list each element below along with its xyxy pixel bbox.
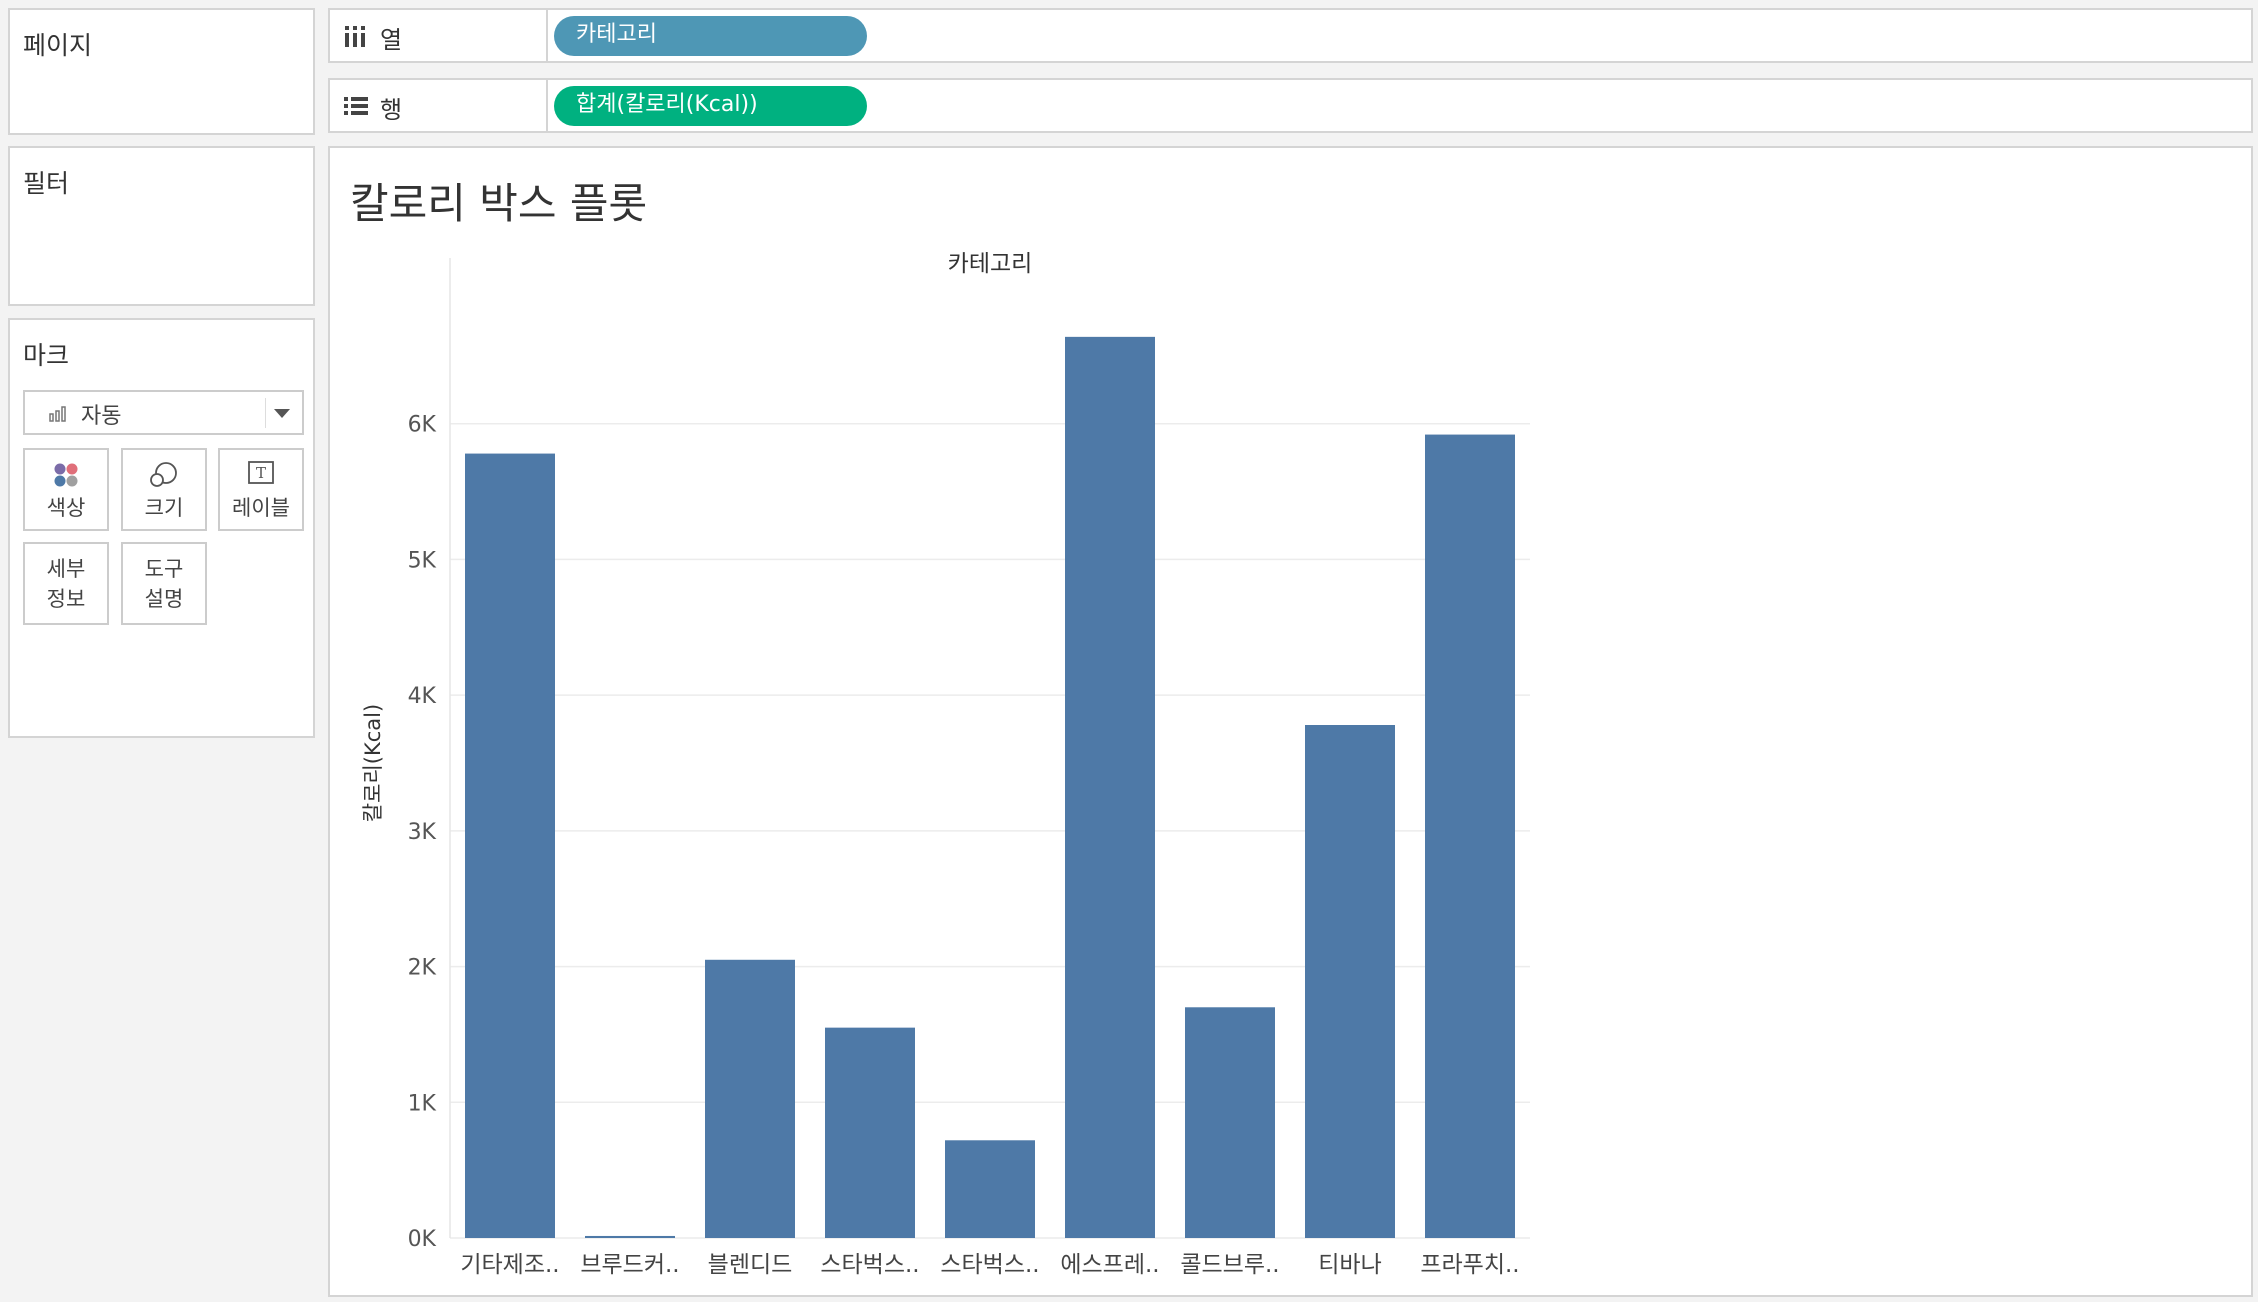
- size-button[interactable]: 크기: [121, 448, 207, 531]
- tooltip-label-line2: 설명: [144, 587, 184, 611]
- color-label: 색상: [46, 496, 86, 520]
- columns-shelf[interactable]: 열 카테고리: [328, 8, 2253, 63]
- rows-icon: [344, 97, 368, 115]
- bar[interactable]: [1065, 336, 1155, 1238]
- calories-sum-pill[interactable]: 합계(칼로리(Kcal)): [554, 86, 867, 126]
- detail-label-line1: 세부: [46, 557, 86, 581]
- x-tick-label[interactable]: 프라푸치..: [1420, 1252, 1519, 1278]
- x-tick-label[interactable]: 브루드커..: [580, 1252, 679, 1278]
- tooltip-label-line1: 도구: [144, 557, 184, 581]
- x-axis-ticks: 기타제조.. 브루드커.. 블렌디드 스타벅스.. 스타벅스.. 에스프레.. 콜드브루..…: [460, 1252, 1519, 1278]
- x-tick-label[interactable]: 티바나: [1318, 1252, 1381, 1278]
- color-dots-icon: [54, 463, 78, 487]
- rows-shelf[interactable]: 행 합계(칼로리(Kcal)): [328, 78, 2253, 133]
- bar-chart-icon: [49, 406, 66, 422]
- columns-shelf-header: 열: [330, 10, 548, 61]
- x-tick-label[interactable]: 에스프레..: [1060, 1252, 1159, 1278]
- columns-label: 열: [380, 26, 403, 54]
- bar[interactable]: [825, 1027, 915, 1238]
- pages-shelf[interactable]: 페이지: [8, 8, 315, 135]
- category-pill[interactable]: 카테고리: [554, 16, 867, 56]
- bar[interactable]: [1185, 1007, 1275, 1238]
- marks-title: 마크: [23, 341, 70, 370]
- bar[interactable]: [1425, 434, 1515, 1239]
- y-tick-label: 2K: [408, 956, 437, 981]
- bar-chart: 0K 1K 2K 3K 4K 5K 6K 기타제조.. 브루드커.. 블렌디드 스타벅스.. 스타벅…: [361, 251, 1530, 1278]
- x-tick-label[interactable]: 콜드브루..: [1180, 1252, 1279, 1278]
- y-tick-label: 6K: [408, 413, 437, 438]
- mark-type-dropdown[interactable]: 자동: [23, 390, 304, 435]
- y-axis-ticks: 0K 1K 2K 3K 4K 5K 6K: [408, 413, 437, 1252]
- filters-title: 필터: [23, 169, 70, 198]
- text-label-icon: T: [248, 461, 274, 484]
- label-button[interactable]: T 레이블: [218, 448, 304, 531]
- mark-type-label: 자동: [81, 404, 122, 429]
- color-button[interactable]: 색상: [23, 448, 109, 531]
- x-tick-label[interactable]: 블렌디드: [708, 1252, 793, 1278]
- x-tick-label[interactable]: 스타벅스..: [940, 1252, 1039, 1278]
- svg-text:T: T: [256, 464, 266, 482]
- size-circles-icon: [150, 462, 177, 487]
- chevron-down-icon[interactable]: [274, 409, 290, 418]
- y-tick-label: 0K: [408, 1227, 437, 1252]
- dropdown-divider: [265, 398, 266, 428]
- x-tick-label[interactable]: 스타벅스..: [820, 1252, 919, 1278]
- y-tick-label: 4K: [408, 684, 437, 709]
- detail-label-line2: 정보: [46, 587, 86, 611]
- x-tick-label[interactable]: 기타제조..: [460, 1252, 559, 1278]
- bar[interactable]: [585, 1235, 675, 1238]
- y-tick-label: 1K: [408, 1091, 437, 1116]
- columns-icon: [345, 26, 365, 47]
- filters-shelf[interactable]: 필터: [8, 146, 315, 306]
- y-axis-title: 칼로리(Kcal): [361, 704, 385, 822]
- detail-button[interactable]: 세부 정보: [23, 542, 109, 625]
- bar[interactable]: [1305, 725, 1395, 1238]
- bar[interactable]: [465, 453, 555, 1239]
- tooltip-button[interactable]: 도구 설명: [121, 542, 207, 625]
- rows-shelf-header: 행: [330, 80, 548, 131]
- rows-label: 행: [380, 96, 403, 124]
- y-tick-label: 3K: [408, 820, 437, 845]
- viz-area[interactable]: 칼로리 박스 플롯 0K 1K 2K 3K 4K 5K 6K 기타제조.. 브루드커.. 블렌디…: [328, 146, 2253, 1297]
- x-axis-title: 카테고리: [948, 251, 1033, 277]
- size-label: 크기: [144, 496, 184, 520]
- bar[interactable]: [705, 959, 795, 1238]
- marks-card: 마크 자동 색상 크기 T 레이블 세부 정보 도구 설명: [8, 318, 315, 738]
- y-tick-label: 5K: [408, 548, 437, 573]
- bar[interactable]: [945, 1140, 1035, 1238]
- label-label: 레이블: [232, 496, 290, 520]
- pages-title: 페이지: [23, 31, 93, 60]
